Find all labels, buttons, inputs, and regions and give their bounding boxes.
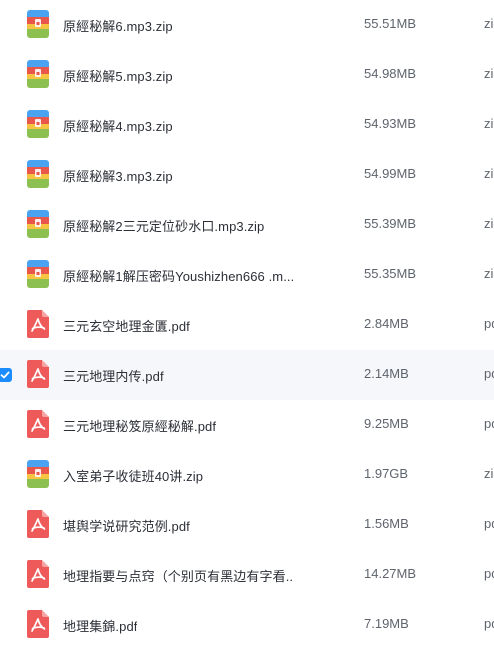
file-name[interactable]: 堪舆学说研究范例.pdf (63, 516, 190, 535)
file-name[interactable]: 原經秘解4.mp3.zip (63, 116, 173, 135)
file-type: zip (484, 16, 494, 31)
file-size: 1.56MB (364, 516, 409, 531)
file-row[interactable]: 地理集錦.pdf 7.19MB pdf (0, 600, 494, 650)
file-type: pdf (484, 366, 494, 381)
file-row[interactable]: 堪舆学说研究范例.pdf 1.56MB pdf (0, 500, 494, 550)
zip-archive-icon (27, 10, 49, 38)
file-type: zip (484, 116, 494, 131)
file-name[interactable]: 三元地理秘笈原經秘解.pdf (63, 416, 216, 435)
zip-archive-icon (27, 110, 49, 138)
file-type: pdf (484, 616, 494, 631)
pdf-icon (27, 560, 49, 588)
pdf-icon (27, 310, 49, 338)
pdf-icon (27, 410, 49, 438)
file-type: zip (484, 216, 494, 231)
file-size: 55.39MB (364, 216, 417, 231)
zip-archive-icon (27, 460, 49, 488)
file-row[interactable]: 原經秘解1解压密码Youshizhen666 .m... 55.35MB zip (0, 250, 494, 300)
file-row[interactable]: 三元地理秘笈原經秘解.pdf 9.25MB pdf (0, 400, 494, 450)
file-row[interactable]: 原經秘解2三元定位砂水口.mp3.zip 55.39MB zip (0, 200, 494, 250)
zip-archive-icon (27, 60, 49, 88)
file-type: pdf (484, 516, 494, 531)
file-row[interactable]: 原經秘解3.mp3.zip 54.99MB zip (0, 150, 494, 200)
file-row[interactable]: 入室弟子收徒班40讲.zip 1.97GB zip (0, 450, 494, 500)
file-size: 54.98MB (364, 66, 417, 81)
file-row[interactable]: 原經秘解5.mp3.zip 54.98MB zip (0, 50, 494, 100)
file-type: zip (484, 66, 494, 81)
pdf-icon (27, 510, 49, 538)
pdf-icon (27, 360, 49, 388)
pdf-icon (27, 610, 49, 638)
file-name[interactable]: 原經秘解2三元定位砂水口.mp3.zip (63, 216, 264, 235)
file-name[interactable]: 三元地理内传.pdf (63, 366, 164, 385)
file-row[interactable]: 三元地理内传.pdf 2.14MB pdf (0, 350, 494, 400)
file-type: pdf (484, 316, 494, 331)
file-size: 54.93MB (364, 116, 417, 131)
file-size: 2.14MB (364, 366, 409, 381)
file-size: 7.19MB (364, 616, 409, 631)
file-name[interactable]: 原經秘解3.mp3.zip (63, 166, 173, 185)
file-row[interactable]: 三元玄空地理金匱.pdf 2.84MB pdf (0, 300, 494, 350)
file-name[interactable]: 入室弟子收徒班40讲.zip (63, 466, 203, 485)
file-row[interactable]: 原經秘解4.mp3.zip 54.93MB zip (0, 100, 494, 150)
file-type: pdf (484, 566, 494, 581)
file-size: 1.97GB (364, 466, 409, 481)
zip-archive-icon (27, 260, 49, 288)
file-row[interactable]: 地理指要与点窍（个别页有黑边有字看... 14.27MB pdf (0, 550, 494, 600)
file-size: 2.84MB (364, 316, 409, 331)
file-size: 9.25MB (364, 416, 409, 431)
file-type: pdf (484, 416, 494, 431)
file-type: zip (484, 266, 494, 281)
file-list: 原經秘解6.mp3.zip 55.51MB zip 原經秘解5.mp3.zip … (0, 0, 494, 650)
file-name[interactable]: 原經秘解6.mp3.zip (63, 16, 173, 35)
file-name[interactable]: 地理集錦.pdf (63, 616, 137, 635)
file-type: zip (484, 166, 494, 181)
zip-archive-icon (27, 210, 49, 238)
file-size: 54.99MB (364, 166, 417, 181)
file-type: zip (484, 466, 494, 481)
zip-archive-icon (27, 160, 49, 188)
file-name[interactable]: 三元玄空地理金匱.pdf (63, 316, 190, 335)
file-name[interactable]: 原經秘解1解压密码Youshizhen666 .m... (63, 266, 293, 285)
file-size: 55.51MB (364, 16, 417, 31)
file-size: 14.27MB (364, 566, 417, 581)
row-checkbox[interactable] (0, 368, 12, 382)
file-name[interactable]: 原經秘解5.mp3.zip (63, 66, 173, 85)
file-name[interactable]: 地理指要与点窍（个别页有黑边有字看... (63, 566, 293, 585)
file-row[interactable]: 原經秘解6.mp3.zip 55.51MB zip (0, 0, 494, 50)
file-size: 55.35MB (364, 266, 417, 281)
